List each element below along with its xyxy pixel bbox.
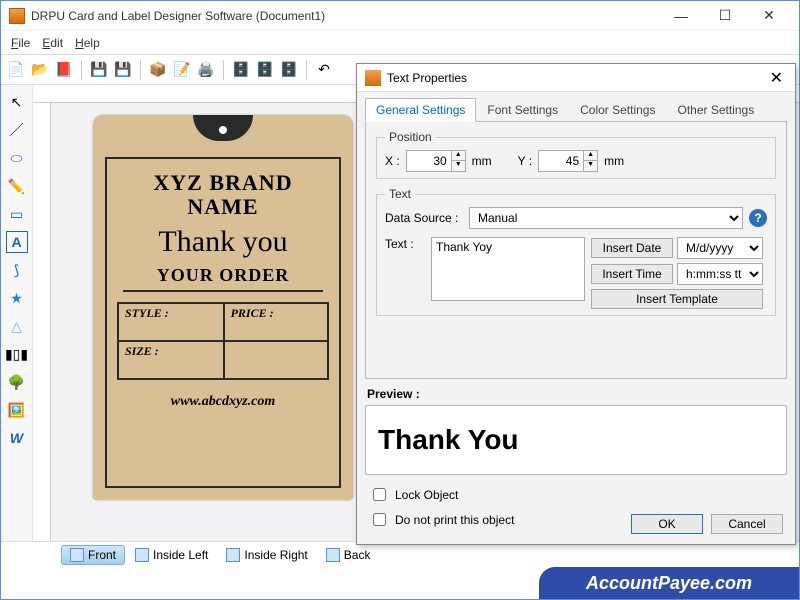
line-icon[interactable]: ／	[6, 119, 28, 141]
text-input[interactable]: Thank Yoy	[431, 237, 585, 301]
x-label: X :	[385, 154, 400, 168]
tab-body: Position X : ▲▼ mm Y : ▲▼ mm	[365, 121, 787, 379]
dialog-title: Text Properties	[387, 71, 766, 85]
label-canvas[interactable]: XYZ BRAND NAME Thank you YOUR ORDER STYL…	[93, 115, 353, 500]
edit-icon[interactable]: 📝	[171, 59, 193, 81]
menu-help[interactable]: Help	[75, 36, 100, 50]
menu-file[interactable]: File	[11, 36, 30, 50]
position-group: Position X : ▲▼ mm Y : ▲▼ mm	[376, 130, 776, 179]
lock-object-checkbox[interactable]: Lock Object	[369, 485, 783, 504]
datasource-label: Data Source :	[385, 211, 463, 225]
tab-color-settings[interactable]: Color Settings	[569, 98, 666, 122]
undo-icon[interactable]: ↶	[313, 59, 335, 81]
ok-button[interactable]: OK	[631, 514, 703, 534]
maximize-button[interactable]: ☐	[703, 2, 747, 30]
help-icon[interactable]: ?	[749, 209, 767, 227]
x-spinner[interactable]: ▲▼	[452, 150, 466, 172]
menubar: File Edit Help	[1, 31, 799, 55]
datasource-select[interactable]: Manual	[469, 207, 743, 229]
url-text[interactable]: www.abcdxyz.com	[117, 394, 329, 410]
cancel-button[interactable]: Cancel	[711, 514, 783, 534]
close-doc-icon[interactable]: 📕	[53, 59, 75, 81]
dialog-close-button[interactable]: ✕	[766, 68, 787, 88]
titlebar: DRPU Card and Label Designer Software (D…	[1, 1, 799, 31]
order-text[interactable]: YOUR ORDER	[123, 265, 323, 292]
y-label: Y :	[518, 154, 532, 168]
tab-back[interactable]: Back	[318, 546, 379, 564]
insert-template-button[interactable]: Insert Template	[591, 289, 763, 309]
db-edit-icon[interactable]: 🗄️	[278, 59, 300, 81]
time-format-select[interactable]: h:mm:ss tt	[677, 263, 763, 285]
app-window: DRPU Card and Label Designer Software (D…	[0, 0, 800, 600]
box-icon	[9, 8, 25, 24]
wordart-icon[interactable]: W	[6, 427, 28, 449]
thankyou-text[interactable]: Thank you	[117, 225, 329, 259]
wizard-icon[interactable]: 📦	[147, 59, 169, 81]
x-input[interactable]	[406, 150, 452, 172]
vendor-brand: AccountPayee.com	[539, 567, 799, 599]
ruler-vertical	[33, 103, 51, 541]
arc-icon[interactable]: ⟆	[6, 259, 28, 281]
ellipse-icon[interactable]: ⬭	[6, 147, 28, 169]
tag-hole	[216, 123, 230, 137]
tab-inside-left[interactable]: Inside Left	[127, 546, 216, 564]
open-icon[interactable]: 📂	[29, 59, 51, 81]
text-label: Text :	[385, 237, 425, 251]
print-icon[interactable]: 🖨️	[195, 59, 217, 81]
text-icon[interactable]: A	[6, 231, 28, 253]
footer: AccountPayee.com	[1, 567, 799, 599]
tab-font-settings[interactable]: Font Settings	[476, 98, 569, 122]
db-icon[interactable]: 🗄️	[230, 59, 252, 81]
text-properties-dialog: Text Properties ✕ General Settings Font …	[356, 63, 796, 545]
save-icon[interactable]: 💾	[88, 59, 110, 81]
tab-inside-right[interactable]: Inside Right	[218, 546, 315, 564]
dialog-titlebar: Text Properties ✕	[357, 64, 795, 92]
window-title: DRPU Card and Label Designer Software (D…	[31, 9, 659, 23]
preview-box: Thank You	[365, 405, 787, 475]
pencil-icon[interactable]: ✏️	[6, 175, 28, 197]
tab-other-settings[interactable]: Other Settings	[666, 98, 765, 122]
y-spinner[interactable]: ▲▼	[584, 150, 598, 172]
save-as-icon[interactable]: 💾	[112, 59, 134, 81]
pointer-icon[interactable]: ↖	[6, 91, 28, 113]
menu-edit[interactable]: Edit	[42, 36, 63, 50]
tab-front[interactable]: Front	[61, 545, 125, 565]
info-table[interactable]: STYLE :PRICE : SIZE :	[117, 302, 329, 380]
tab-general-settings[interactable]: General Settings	[365, 98, 476, 122]
insert-date-button[interactable]: Insert Date	[591, 238, 673, 258]
preview-label: Preview :	[367, 387, 785, 401]
star-icon[interactable]: ★	[6, 287, 28, 309]
new-icon[interactable]: 📄	[5, 59, 27, 81]
barcode-icon[interactable]: ▮▯▮	[6, 343, 28, 365]
rect-icon[interactable]: ▭	[6, 203, 28, 225]
box-icon	[365, 70, 381, 86]
close-button[interactable]: ✕	[747, 2, 791, 30]
triangle-icon[interactable]: △	[6, 315, 28, 337]
tools-sidebar: ↖ ／ ⬭ ✏️ ▭ A ⟆ ★ △ ▮▯▮ 🌳 🖼️ W	[1, 85, 33, 541]
text-group: Text Data Source : Manual ? Text : Thank…	[376, 187, 776, 316]
dialog-tabs: General Settings Font Settings Color Set…	[357, 92, 795, 122]
insert-time-button[interactable]: Insert Time	[591, 264, 673, 284]
db-add-icon[interactable]: 🗄️	[254, 59, 276, 81]
brand-text[interactable]: XYZ BRAND NAME	[117, 171, 329, 219]
date-format-select[interactable]: M/d/yyyy	[677, 237, 763, 259]
minimize-button[interactable]: —	[659, 2, 703, 30]
image2-icon[interactable]: 🖼️	[6, 399, 28, 421]
image-icon[interactable]: 🌳	[6, 371, 28, 393]
y-input[interactable]	[538, 150, 584, 172]
